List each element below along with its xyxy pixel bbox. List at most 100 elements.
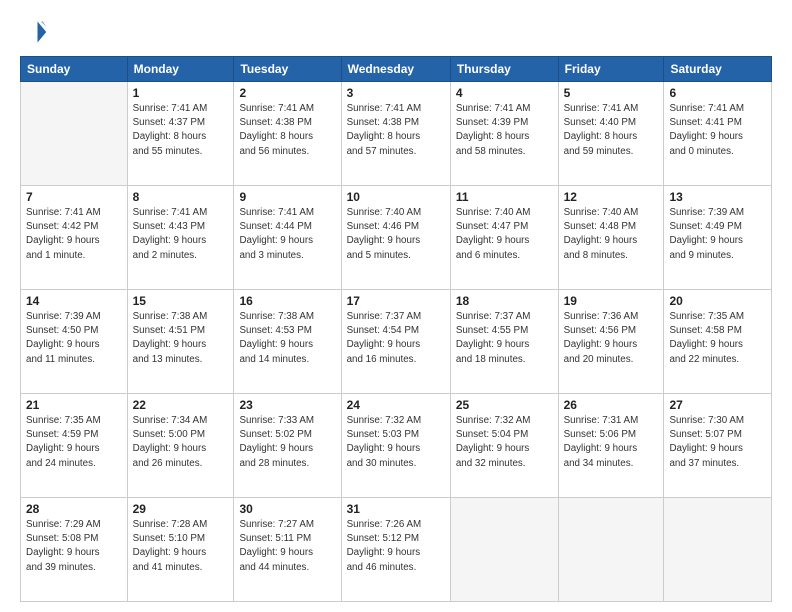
day-info: Sunrise: 7:31 AMSunset: 5:06 PMDaylight:… xyxy=(564,414,659,471)
day-number: 14 xyxy=(26,294,122,308)
day-number: 6 xyxy=(669,86,766,100)
day-cell: 9 Sunrise: 7:41 AMSunset: 4:44 PMDaylight… xyxy=(234,186,341,290)
day-cell: 4 Sunrise: 7:41 AMSunset: 4:39 PMDaylight… xyxy=(450,82,558,186)
weekday-wednesday: Wednesday xyxy=(341,57,450,82)
week-row-1: 1 Sunrise: 7:41 AMSunset: 4:37 PMDaylight… xyxy=(21,82,772,186)
day-info: Sunrise: 7:38 AMSunset: 4:51 PMDaylight:… xyxy=(133,310,229,367)
weekday-tuesday: Tuesday xyxy=(234,57,341,82)
calendar-table: SundayMondayTuesdayWednesdayThursdayFrid… xyxy=(20,56,772,602)
page: SundayMondayTuesdayWednesdayThursdayFrid… xyxy=(0,0,792,612)
day-number: 28 xyxy=(26,502,122,516)
day-cell: 26 Sunrise: 7:31 AMSunset: 5:06 PMDayligh… xyxy=(558,394,664,498)
day-info: Sunrise: 7:35 AMSunset: 4:59 PMDaylight:… xyxy=(26,414,122,471)
day-cell: 20Sunrise: 7:35 AMSunset: 4:58 PMDayligh… xyxy=(664,290,772,394)
day-cell: 3Sunrise: 7:41 AMSunset: 4:38 PMDaylight… xyxy=(341,82,450,186)
weekday-sunday: Sunday xyxy=(21,57,128,82)
day-number: 1 xyxy=(133,86,229,100)
day-cell: 29Sunrise: 7:28 AMSunset: 5:10 PMDayligh… xyxy=(127,498,234,602)
week-row-3: 14 Sunrise: 7:39 AMSunset: 4:50 PMDayligh… xyxy=(21,290,772,394)
day-info: Sunrise: 7:41 AMSunset: 4:39 PMDaylight:… xyxy=(456,102,553,159)
day-info: Sunrise: 7:26 AMSunset: 5:12 PMDaylight:… xyxy=(347,518,445,575)
day-info: Sunrise: 7:41 AMSunset: 4:40 PMDaylight:… xyxy=(564,102,659,159)
day-number: 19 xyxy=(564,294,659,308)
day-cell: 2Sunrise: 7:41 AMSunset: 4:38 PMDaylight… xyxy=(234,82,341,186)
day-number: 17 xyxy=(347,294,445,308)
day-cell: 19 Sunrise: 7:36 AMSunset: 4:56 PMDayligh… xyxy=(558,290,664,394)
day-number: 25 xyxy=(456,398,553,412)
day-cell: 18Sunrise: 7:37 AMSunset: 4:55 PMDayligh… xyxy=(450,290,558,394)
day-cell: 30 Sunrise: 7:27 AMSunset: 5:11 PMDayligh… xyxy=(234,498,341,602)
day-number: 8 xyxy=(133,190,229,204)
day-cell: 5 Sunrise: 7:41 AMSunset: 4:40 PMDaylight… xyxy=(558,82,664,186)
day-cell: 25 Sunrise: 7:32 AMSunset: 5:04 PMDayligh… xyxy=(450,394,558,498)
day-number: 2 xyxy=(239,86,335,100)
day-info: Sunrise: 7:41 AMSunset: 4:44 PMDaylight:… xyxy=(239,206,335,263)
day-cell: 24Sunrise: 7:32 AMSunset: 5:03 PMDayligh… xyxy=(341,394,450,498)
day-cell: 28 Sunrise: 7:29 AMSunset: 5:08 PMDayligh… xyxy=(21,498,128,602)
day-number: 24 xyxy=(347,398,445,412)
day-number: 23 xyxy=(239,398,335,412)
day-info: Sunrise: 7:36 AMSunset: 4:56 PMDaylight:… xyxy=(564,310,659,367)
day-number: 26 xyxy=(564,398,659,412)
day-cell: 13 Sunrise: 7:39 AMSunset: 4:49 PMDayligh… xyxy=(664,186,772,290)
day-number: 11 xyxy=(456,190,553,204)
day-number: 4 xyxy=(456,86,553,100)
logo xyxy=(20,18,50,46)
week-row-2: 7 Sunrise: 7:41 AMSunset: 4:42 PMDaylight… xyxy=(21,186,772,290)
day-info: Sunrise: 7:41 AMSunset: 4:37 PMDaylight:… xyxy=(133,102,229,159)
day-info: Sunrise: 7:38 AMSunset: 4:53 PMDaylight:… xyxy=(239,310,335,367)
week-row-5: 28 Sunrise: 7:29 AMSunset: 5:08 PMDayligh… xyxy=(21,498,772,602)
day-number: 30 xyxy=(239,502,335,516)
weekday-thursday: Thursday xyxy=(450,57,558,82)
day-cell: 23Sunrise: 7:33 AMSunset: 5:02 PMDayligh… xyxy=(234,394,341,498)
day-number: 16 xyxy=(239,294,335,308)
day-info: Sunrise: 7:40 AMSunset: 4:46 PMDaylight:… xyxy=(347,206,445,263)
day-cell xyxy=(664,498,772,602)
day-info: Sunrise: 7:37 AMSunset: 4:55 PMDaylight:… xyxy=(456,310,553,367)
day-number: 5 xyxy=(564,86,659,100)
day-info: Sunrise: 7:27 AMSunset: 5:11 PMDaylight:… xyxy=(239,518,335,575)
day-info: Sunrise: 7:41 AMSunset: 4:42 PMDaylight:… xyxy=(26,206,122,263)
day-cell: 31 Sunrise: 7:26 AMSunset: 5:12 PMDayligh… xyxy=(341,498,450,602)
day-cell: 27Sunrise: 7:30 AMSunset: 5:07 PMDayligh… xyxy=(664,394,772,498)
week-row-4: 21 Sunrise: 7:35 AMSunset: 4:59 PMDayligh… xyxy=(21,394,772,498)
day-cell: 16 Sunrise: 7:38 AMSunset: 4:53 PMDayligh… xyxy=(234,290,341,394)
weekday-header-row: SundayMondayTuesdayWednesdayThursdayFrid… xyxy=(21,57,772,82)
day-cell: 17 Sunrise: 7:37 AMSunset: 4:54 PMDayligh… xyxy=(341,290,450,394)
day-info: Sunrise: 7:40 AMSunset: 4:48 PMDaylight:… xyxy=(564,206,659,263)
weekday-saturday: Saturday xyxy=(664,57,772,82)
day-cell: 12 Sunrise: 7:40 AMSunset: 4:48 PMDayligh… xyxy=(558,186,664,290)
day-cell xyxy=(558,498,664,602)
day-number: 10 xyxy=(347,190,445,204)
day-number: 15 xyxy=(133,294,229,308)
day-info: Sunrise: 7:39 AMSunset: 4:50 PMDaylight:… xyxy=(26,310,122,367)
day-number: 12 xyxy=(564,190,659,204)
day-cell: 14 Sunrise: 7:39 AMSunset: 4:50 PMDayligh… xyxy=(21,290,128,394)
day-info: Sunrise: 7:39 AMSunset: 4:49 PMDaylight:… xyxy=(669,206,766,263)
day-cell: 7 Sunrise: 7:41 AMSunset: 4:42 PMDaylight… xyxy=(21,186,128,290)
day-number: 20 xyxy=(669,294,766,308)
day-number: 9 xyxy=(239,190,335,204)
day-number: 13 xyxy=(669,190,766,204)
day-cell: 8 Sunrise: 7:41 AMSunset: 4:43 PMDaylight… xyxy=(127,186,234,290)
weekday-monday: Monday xyxy=(127,57,234,82)
day-cell: 11 Sunrise: 7:40 AMSunset: 4:47 PMDayligh… xyxy=(450,186,558,290)
day-info: Sunrise: 7:40 AMSunset: 4:47 PMDaylight:… xyxy=(456,206,553,263)
day-info: Sunrise: 7:41 AMSunset: 4:43 PMDaylight:… xyxy=(133,206,229,263)
day-number: 21 xyxy=(26,398,122,412)
header xyxy=(20,18,772,46)
day-cell: 21 Sunrise: 7:35 AMSunset: 4:59 PMDayligh… xyxy=(21,394,128,498)
day-info: Sunrise: 7:34 AMSunset: 5:00 PMDaylight:… xyxy=(133,414,229,471)
day-number: 3 xyxy=(347,86,445,100)
day-number: 7 xyxy=(26,190,122,204)
day-cell xyxy=(21,82,128,186)
day-number: 31 xyxy=(347,502,445,516)
day-info: Sunrise: 7:29 AMSunset: 5:08 PMDaylight:… xyxy=(26,518,122,575)
day-number: 29 xyxy=(133,502,229,516)
day-cell: 6 Sunrise: 7:41 AMSunset: 4:41 PMDaylight… xyxy=(664,82,772,186)
day-info: Sunrise: 7:37 AMSunset: 4:54 PMDaylight:… xyxy=(347,310,445,367)
day-info: Sunrise: 7:41 AMSunset: 4:41 PMDaylight:… xyxy=(669,102,766,159)
day-cell xyxy=(450,498,558,602)
day-cell: 10 Sunrise: 7:40 AMSunset: 4:46 PMDayligh… xyxy=(341,186,450,290)
day-info: Sunrise: 7:32 AMSunset: 5:04 PMDaylight:… xyxy=(456,414,553,471)
